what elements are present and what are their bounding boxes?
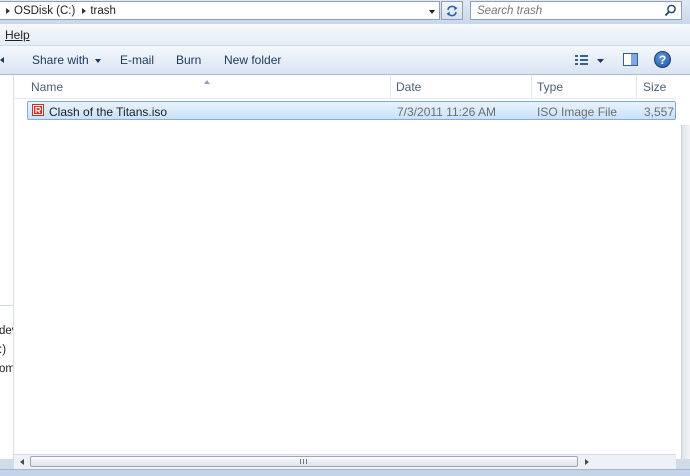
column-header-row: Name Date Type Size — [14, 75, 676, 99]
chevron-down-icon — [429, 10, 435, 14]
column-header-size[interactable]: Size — [643, 80, 666, 94]
change-view-button[interactable] — [574, 54, 608, 68]
file-size: 3,557,530 — [644, 105, 676, 119]
chevron-right-icon — [585, 459, 589, 465]
nav-item-fragment[interactable]: om — [0, 363, 13, 375]
search-box[interactable] — [470, 1, 682, 20]
file-date: 7/3/2011 11:26 AM — [397, 105, 496, 119]
address-bar-strip: OSDisk (C:) trash — [0, 0, 690, 24]
share-with-label: Share with — [32, 53, 89, 67]
email-button[interactable]: E-mail — [120, 53, 154, 67]
help-button[interactable]: ? — [654, 51, 671, 68]
address-history-dropdown[interactable] — [425, 4, 439, 20]
magnifier-icon[interactable] — [664, 4, 677, 17]
menu-bar: Help — [0, 24, 690, 46]
nav-item-fragment[interactable]: dev — [0, 325, 13, 337]
nav-divider — [0, 305, 13, 306]
status-bar — [0, 469, 690, 476]
file-list: Name Date Type Size Clash of the Titans.… — [14, 75, 676, 459]
column-header-name[interactable]: Name — [31, 80, 63, 94]
file-row[interactable]: Clash of the Titans.iso 7/3/2011 11:26 A… — [27, 101, 676, 120]
details-view-icon — [575, 55, 604, 65]
column-divider[interactable] — [531, 75, 532, 98]
scroll-left-button[interactable] — [15, 456, 29, 468]
vertical-scrollbar[interactable] — [676, 75, 690, 459]
iso-file-icon — [32, 104, 44, 116]
horizontal-scroll-thumb[interactable] — [30, 456, 578, 467]
column-divider[interactable] — [390, 75, 391, 98]
scroll-grip-icon — [300, 459, 309, 464]
chevron-down-icon — [94, 58, 101, 63]
sort-ascending-icon — [204, 80, 210, 84]
column-header-date[interactable]: Date — [396, 80, 421, 94]
file-name: Clash of the Titans.iso — [49, 105, 168, 119]
breadcrumb-trash[interactable]: trash — [90, 5, 116, 17]
file-type: ISO Image File — [537, 105, 618, 119]
chevron-left-icon — [20, 459, 24, 465]
horizontal-scrollbar[interactable] — [14, 454, 676, 469]
vertical-scrollbar-track[interactable] — [681, 125, 690, 459]
new-folder-button[interactable]: New folder — [224, 53, 281, 67]
address-bar[interactable]: OSDisk (C:) trash — [0, 1, 440, 20]
scroll-right-button[interactable] — [580, 456, 594, 468]
menu-help[interactable]: Help — [5, 28, 30, 42]
refresh-icon — [446, 5, 458, 16]
column-header-type[interactable]: Type — [537, 80, 563, 94]
breadcrumb-osdisk[interactable]: OSDisk (C:) — [14, 5, 75, 17]
share-with-button[interactable]: Share with — [32, 53, 101, 67]
command-bar: Share with E-mail Burn New folder ? — [0, 46, 690, 75]
column-divider[interactable] — [636, 75, 637, 98]
navigation-pane: dev :) om — [0, 75, 14, 459]
burn-button[interactable]: Burn — [176, 53, 201, 67]
search-input[interactable] — [471, 2, 667, 19]
preview-pane-button[interactable] — [622, 52, 640, 68]
breadcrumb-arrow-icon[interactable] — [6, 7, 10, 14]
breadcrumb-arrow-icon[interactable] — [82, 7, 87, 14]
command-overflow-left-icon[interactable] — [0, 57, 4, 63]
nav-item-fragment[interactable]: :) — [0, 344, 6, 356]
refresh-button[interactable] — [441, 1, 463, 20]
preview-pane-icon — [623, 53, 638, 66]
help-icon: ? — [658, 52, 667, 67]
